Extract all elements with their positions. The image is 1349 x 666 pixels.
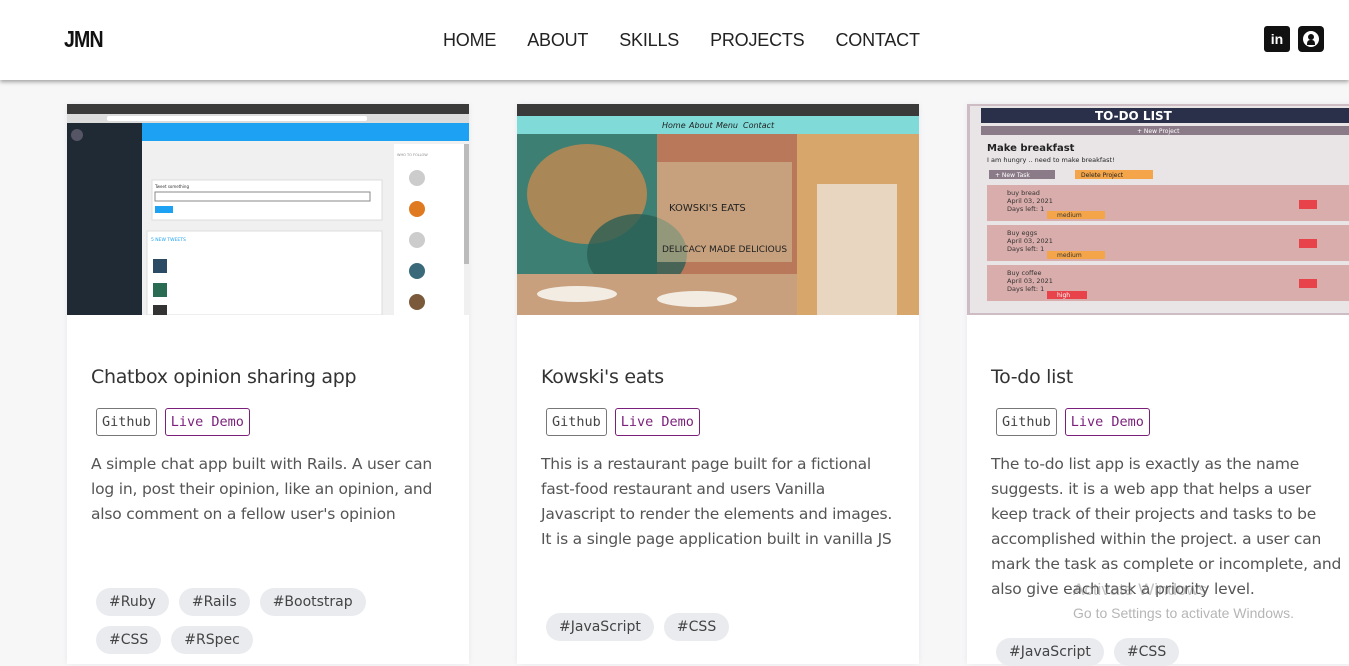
github-button[interactable]: Github xyxy=(96,408,157,436)
svg-text:Days left: 1: Days left: 1 xyxy=(1007,245,1044,253)
nav-about[interactable]: ABOUT xyxy=(527,30,588,51)
svg-text:Menu: Menu xyxy=(716,121,738,130)
svg-text:Tweet something: Tweet something xyxy=(154,184,189,189)
svg-text:high: high xyxy=(1057,292,1070,299)
svg-text:5 NEW TWEETS: 5 NEW TWEETS xyxy=(151,237,186,243)
tag: #RSpec xyxy=(171,626,253,654)
svg-text:April 03, 2021: April 03, 2021 xyxy=(1007,277,1053,285)
project-screenshot: TO-DO LIST + New Project Make breakfast … xyxy=(967,104,1349,315)
project-title: To-do list xyxy=(991,366,1073,388)
project-title: Kowski's eats xyxy=(541,366,664,388)
svg-text:Delete Project: Delete Project xyxy=(1081,172,1124,179)
tag: #JavaScript xyxy=(546,613,654,641)
svg-text:April 03, 2021: April 03, 2021 xyxy=(1007,237,1053,245)
nav-skills[interactable]: SKILLS xyxy=(619,30,679,51)
github-button[interactable]: Github xyxy=(996,408,1057,436)
svg-text:Days left: 1: Days left: 1 xyxy=(1007,205,1044,213)
svg-text:Buy eggs: Buy eggs xyxy=(1007,229,1038,237)
project-screenshot: Tweet something 5 NEW TWEETS WHO TO FOLL… xyxy=(67,104,469,315)
tag: #CSS xyxy=(1113,638,1180,666)
live-demo-button[interactable]: Live Demo xyxy=(614,408,700,436)
main-menu: HOME ABOUT SKILLS PROJECTS CONTACT xyxy=(443,30,951,51)
svg-text:medium: medium xyxy=(1057,252,1082,259)
nav-contact[interactable]: CONTACT xyxy=(835,30,919,51)
windows-activation-title: Activate Windows xyxy=(1073,580,1208,599)
svg-text:+ New Project: + New Project xyxy=(1137,128,1180,135)
svg-text:Home: Home xyxy=(662,121,686,130)
live-demo-button[interactable]: Live Demo xyxy=(1064,408,1150,436)
tag: #Rails xyxy=(178,588,250,616)
svg-text:medium: medium xyxy=(1057,212,1082,219)
svg-text:I am hungry .. need to make br: I am hungry .. need to make breakfast! xyxy=(987,156,1115,164)
github-icon[interactable] xyxy=(1298,26,1324,52)
project-card-chatbox: Tweet something 5 NEW TWEETS WHO TO FOLL… xyxy=(67,104,469,664)
nav-projects[interactable]: PROJECTS xyxy=(710,30,805,51)
svg-text:buy bread: buy bread xyxy=(1007,189,1040,197)
project-description: A simple chat app built with Rails. A us… xyxy=(91,455,433,523)
tag: #Ruby xyxy=(96,588,169,616)
svg-text:+ New Task: + New Task xyxy=(995,172,1030,179)
project-screenshot: Home About Menu Contact KOWSKI'S EATS DE… xyxy=(517,104,919,315)
project-description: This is a restaurant page built for a fi… xyxy=(541,455,893,548)
tag: #Bootstrap xyxy=(259,588,366,616)
svg-text:Contact: Contact xyxy=(743,121,775,130)
live-demo-button[interactable]: Live Demo xyxy=(164,408,250,436)
svg-text:April 03, 2021: April 03, 2021 xyxy=(1007,197,1053,205)
svg-text:DELICACY MADE DELICIOUS: DELICACY MADE DELICIOUS xyxy=(662,245,787,255)
svg-text:KOWSKI'S EATS: KOWSKI'S EATS xyxy=(669,203,746,214)
project-title: Chatbox opinion sharing app xyxy=(91,366,357,388)
nav-home[interactable]: HOME xyxy=(443,30,496,51)
top-navbar: JMN HOME ABOUT SKILLS PROJECTS CONTACT i… xyxy=(0,0,1349,80)
tag-list: #JavaScript #CSS xyxy=(996,638,1326,666)
svg-text:Days left: 1: Days left: 1 xyxy=(1007,285,1044,293)
tag-list: #Ruby #Rails #Bootstrap #CSS #RSpec xyxy=(96,588,426,654)
svg-text:WHO TO FOLLOW: WHO TO FOLLOW xyxy=(397,153,428,157)
windows-activation-hint: Go to Settings to activate Windows. xyxy=(1073,605,1294,621)
tag: #CSS xyxy=(663,613,730,641)
github-button[interactable]: Github xyxy=(546,408,607,436)
linkedin-icon[interactable]: in xyxy=(1264,26,1290,52)
tag: #CSS xyxy=(96,626,162,654)
svg-text:TO-DO LIST: TO-DO LIST xyxy=(1095,109,1173,123)
site-logo[interactable]: JMN xyxy=(64,26,104,53)
svg-text:About: About xyxy=(688,121,714,130)
tag: #JavaScript xyxy=(996,638,1104,666)
tag-list: #JavaScript #CSS xyxy=(546,613,876,641)
svg-text:Buy coffee: Buy coffee xyxy=(1007,269,1042,277)
project-card-kowskis-eats: Home About Menu Contact KOWSKI'S EATS DE… xyxy=(517,104,919,664)
social-links: in xyxy=(1264,26,1324,52)
svg-text:Make breakfast: Make breakfast xyxy=(987,143,1075,154)
